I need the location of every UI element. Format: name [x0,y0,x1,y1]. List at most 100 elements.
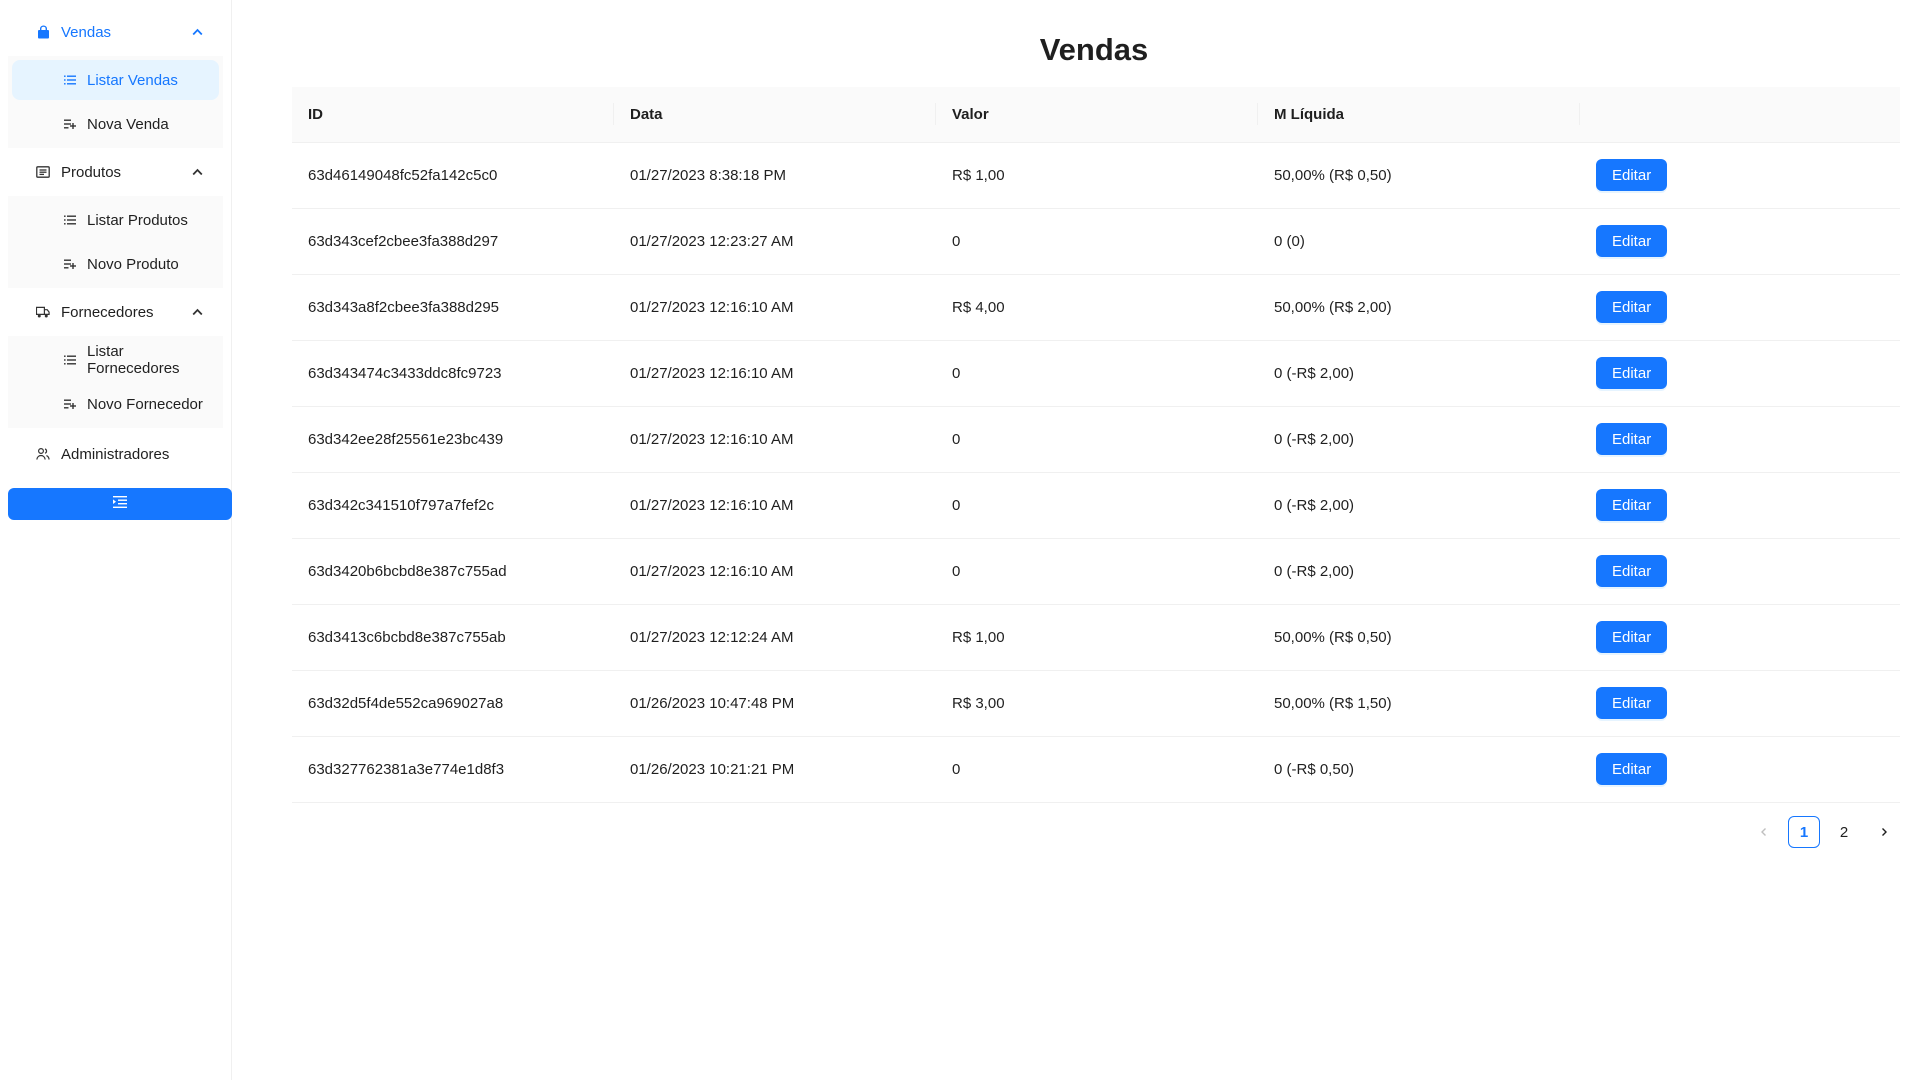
sidebar-menu: Vendas Listar Vendas Nova Venda Produtos Lis… [0,12,231,428]
cell-data: 01/27/2023 12:16:10 AM [614,274,936,341]
sidebar-item-label: Nova Venda [87,115,169,133]
table-row: 63d46149048fc52fa142c5c0 01/27/2023 8:38:… [292,142,1900,209]
sidebar-item-novo-fornecedor[interactable]: Novo Fornecedor [12,384,219,424]
cell-valor: 0 [936,340,1258,407]
sidebar-group-produtos: Produtos Listar Produtos Novo Produto [0,152,231,288]
table-body: 63d46149048fc52fa142c5c0 01/27/2023 8:38:… [292,142,1900,803]
column-header-actions [1580,87,1900,143]
sidebar-item-listar-fornecedores[interactable]: Listar Fornecedores [12,340,219,380]
edit-button[interactable]: Editar [1596,687,1668,719]
cell-margem: 0 (-R$ 0,50) [1258,736,1580,803]
cell-actions: Editar [1580,604,1900,671]
edit-button[interactable]: Editar [1596,753,1668,785]
chevron-up-icon [191,306,203,318]
pagination: 12 [1748,816,1900,848]
cell-actions: Editar [1580,472,1900,539]
sidebar: Vendas Listar Vendas Nova Venda Produtos Lis… [0,0,232,1080]
pagination-page-2[interactable]: 2 [1828,816,1860,848]
cell-margem: 0 (-R$ 2,00) [1258,406,1580,473]
cell-actions: Editar [1580,208,1900,275]
cell-margem: 50,00% (R$ 1,50) [1258,670,1580,737]
edit-button[interactable]: Editar [1596,621,1668,653]
table-row: 63d342ee28f25561e23bc439 01/27/2023 12:16… [292,406,1900,473]
sidebar-item-label: Listar Fornecedores [87,343,180,377]
cell-margem: 50,00% (R$ 0,50) [1258,142,1580,209]
edit-button[interactable]: Editar [1596,291,1668,323]
table-header-row: ID Data Valor M Líquida [292,87,1900,143]
sidebar-submenu-label: Vendas [61,23,112,41]
cell-valor: R$ 1,00 [936,604,1258,671]
edit-button[interactable]: Editar [1596,555,1668,587]
table-row: 63d32d5f4de552ca969027a8 01/26/2023 10:47… [292,670,1900,737]
cell-margem: 0 (0) [1258,208,1580,275]
edit-button[interactable]: Editar [1596,159,1668,191]
collapse-sidebar-button[interactable] [8,488,232,520]
cell-actions: Editar [1580,406,1900,473]
sidebar-item-nova-venda[interactable]: Nova Venda [12,104,219,144]
cell-margem: 0 (-R$ 2,00) [1258,472,1580,539]
cell-actions: Editar [1580,340,1900,407]
column-header-valor: Valor [936,87,1258,143]
cell-valor: 0 [936,538,1258,605]
sidebar-submenu-items: Listar Fornecedores Novo Fornecedor [8,336,223,428]
cell-id: 63d343474c3433ddc8fc9723 [292,340,614,407]
cell-id: 63d46149048fc52fa142c5c0 [292,142,614,209]
edit-button[interactable]: Editar [1596,423,1668,455]
sidebar-item-label: Listar Vendas [87,71,178,89]
sidebar-submenu-items: Listar Produtos Novo Produto [8,196,223,288]
column-header-id: ID [292,87,614,143]
table-row: 63d3420b6bcbd8e387c755ad 01/27/2023 12:16… [292,538,1900,605]
sales-table: ID Data Valor M Líquida 63d46149048fc52f… [292,87,1900,803]
cell-data: 01/27/2023 8:38:18 PM [614,142,936,209]
sidebar-submenu-label: Produtos [61,163,122,181]
cell-margem: 0 (-R$ 2,00) [1258,340,1580,407]
chevron-up-icon [191,166,203,178]
cell-id: 63d327762381a3e774e1d8f3 [292,736,614,803]
cell-actions: Editar [1580,538,1900,605]
table-row: 63d343cef2cbee3fa388d297 01/27/2023 12:23… [292,208,1900,275]
add-list-icon [64,118,76,130]
list-icon [64,74,76,86]
cell-data: 01/26/2023 10:21:21 PM [614,736,936,803]
sidebar-item-listar-vendas[interactable]: Listar Vendas [12,60,219,100]
edit-button[interactable]: Editar [1596,489,1668,521]
product-icon [36,165,50,179]
list-icon [64,214,76,226]
sidebar-item-label: Administradores [61,445,170,463]
pagination-pages: 12 [1788,816,1860,848]
cell-id: 63d32d5f4de552ca969027a8 [292,670,614,737]
table-row: 63d327762381a3e774e1d8f3 01/26/2023 10:21… [292,736,1900,803]
cell-data: 01/27/2023 12:16:10 AM [614,340,936,407]
chevron-up-icon [191,26,203,38]
sidebar-item-label: Novo Fornecedor [87,395,203,413]
cell-id: 63d342ee28f25561e23bc439 [292,406,614,473]
cell-valor: 0 [936,736,1258,803]
cell-valor: 0 [936,406,1258,473]
sidebar-submenu-produtos[interactable]: Produtos [8,152,223,192]
edit-button[interactable]: Editar [1596,225,1668,257]
cell-actions: Editar [1580,142,1900,209]
sidebar-item-listar-produtos[interactable]: Listar Produtos [12,200,219,240]
cell-valor: 0 [936,208,1258,275]
column-header-data: Data [614,87,936,143]
list-icon [64,354,76,366]
pagination-next-button[interactable] [1868,816,1900,848]
cell-valor: R$ 1,00 [936,142,1258,209]
chevron-right-icon [1879,824,1889,841]
sidebar-submenu-fornecedores[interactable]: Fornecedores [8,292,223,332]
sidebar-submenu-items: Listar Vendas Nova Venda [8,56,223,148]
sidebar-item-novo-produto[interactable]: Novo Produto [12,244,219,284]
pagination-prev-button[interactable] [1748,816,1780,848]
cell-data: 01/27/2023 12:23:27 AM [614,208,936,275]
pagination-page-1[interactable]: 1 [1788,816,1820,848]
cell-valor: 0 [936,472,1258,539]
cell-data: 01/27/2023 12:16:10 AM [614,472,936,539]
cell-data: 01/27/2023 12:16:10 AM [614,406,936,473]
cell-id: 63d343cef2cbee3fa388d297 [292,208,614,275]
sidebar-item-administradores[interactable]: Administradores [8,434,223,474]
sidebar-submenu-vendas[interactable]: Vendas [8,12,223,52]
edit-button[interactable]: Editar [1596,357,1668,389]
cell-margem: 50,00% (R$ 0,50) [1258,604,1580,671]
cell-id: 63d343a8f2cbee3fa388d295 [292,274,614,341]
chevron-left-icon [1759,824,1769,841]
